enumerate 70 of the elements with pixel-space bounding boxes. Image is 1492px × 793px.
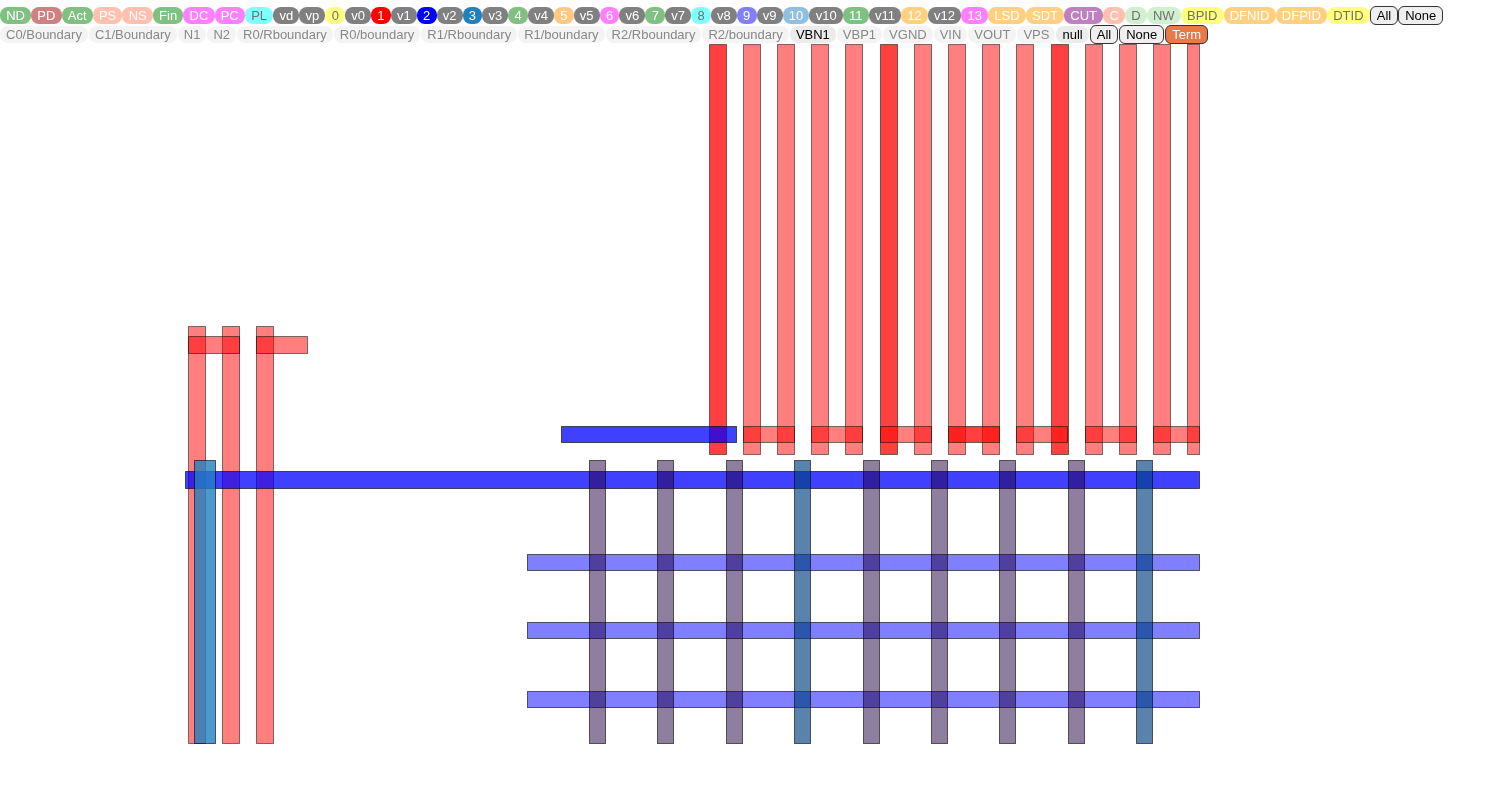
net-toggle[interactable]: R0/boundary bbox=[333, 26, 421, 43]
layer-toggle[interactable]: v7 bbox=[665, 7, 692, 24]
layer-toggle[interactable]: Act bbox=[61, 7, 93, 24]
net-toggle[interactable]: VBP1 bbox=[836, 26, 883, 43]
select-button[interactable]: All bbox=[1369, 6, 1399, 25]
net-toggle[interactable]: null bbox=[1056, 26, 1089, 43]
filter-button[interactable]: Term bbox=[1165, 25, 1209, 44]
net-toggle[interactable]: R2/boundary bbox=[702, 26, 789, 43]
layer-toggle[interactable]: 6 bbox=[599, 7, 620, 24]
layer-toggle[interactable]: 7 bbox=[645, 7, 666, 24]
layer-toggle[interactable]: 0 bbox=[325, 7, 346, 24]
layer-toggle[interactable]: NW bbox=[1146, 7, 1181, 24]
layer-toggle[interactable]: v11 bbox=[868, 7, 902, 24]
net-toggle[interactable]: VOUT bbox=[968, 26, 1017, 43]
select-button[interactable]: None bbox=[1398, 6, 1444, 25]
layer-toggle[interactable]: PC bbox=[214, 7, 245, 24]
layer-toggle[interactable]: v3 bbox=[482, 7, 509, 24]
layer-toggle[interactable]: v5 bbox=[573, 7, 600, 24]
net-toggle[interactable]: VBN1 bbox=[789, 26, 836, 43]
horizontal-wire bbox=[1153, 426, 1200, 443]
layer-toggle[interactable]: PL bbox=[244, 7, 274, 24]
net-toggle[interactable]: R0/Rboundary bbox=[237, 26, 333, 43]
horizontal-wire bbox=[743, 426, 795, 443]
net-toggle[interactable]: VGND bbox=[883, 26, 933, 43]
layer-toggle[interactable]: vp bbox=[299, 7, 326, 24]
layer-toggle[interactable]: v0 bbox=[345, 7, 372, 24]
layer-toggle[interactable]: 1 bbox=[371, 7, 391, 24]
layer-toggle[interactable]: CUT bbox=[1064, 7, 1104, 24]
net-toggle[interactable]: C0/Boundary bbox=[0, 26, 88, 43]
layer-toggle[interactable]: v1 bbox=[390, 7, 417, 24]
layer-toggle[interactable]: 11 bbox=[842, 7, 869, 24]
layer-toggle[interactable]: ND bbox=[0, 7, 32, 24]
horizontal-wire bbox=[256, 336, 308, 354]
net-toggle[interactable]: N1 bbox=[177, 26, 207, 43]
layer-toggle[interactable]: vd bbox=[273, 7, 300, 24]
filter-button[interactable]: All bbox=[1089, 25, 1119, 44]
layer-toggle[interactable]: 9 bbox=[736, 7, 757, 24]
net-toggle[interactable]: R2/Rboundary bbox=[605, 26, 702, 43]
layer-toggle[interactable]: Fin bbox=[152, 7, 184, 24]
horizontal-wire bbox=[188, 336, 240, 354]
horizontal-wire bbox=[1016, 426, 1068, 443]
horizontal-wire bbox=[948, 426, 1000, 443]
net-toggle[interactable]: C1/Boundary bbox=[88, 26, 177, 43]
layer-toggle[interactable]: 3 bbox=[462, 7, 483, 24]
net-toggle[interactable]: R1/boundary bbox=[518, 26, 605, 43]
horizontal-wire bbox=[811, 426, 863, 443]
layer-toggle[interactable]: D bbox=[1125, 7, 1147, 24]
net-toggle[interactable]: VIN bbox=[933, 26, 968, 43]
layer-toggle[interactable]: DC bbox=[183, 7, 215, 24]
layer-toggle[interactable]: 2 bbox=[416, 7, 437, 24]
net-toggle[interactable]: VPS bbox=[1017, 26, 1056, 43]
layer-toggle[interactable]: 13 bbox=[961, 7, 989, 24]
layer-toggle[interactable]: 10 bbox=[782, 7, 810, 24]
layer-toggle[interactable]: v10 bbox=[809, 7, 843, 24]
horizontal-wire bbox=[1085, 426, 1137, 443]
layer-toggle[interactable]: v12 bbox=[927, 7, 962, 24]
layer-toggle[interactable]: PD bbox=[31, 7, 62, 24]
layer-toggle[interactable]: v2 bbox=[436, 7, 463, 24]
filter-button[interactable]: None bbox=[1119, 25, 1165, 44]
net-toggle[interactable]: N2 bbox=[207, 26, 237, 43]
layer-toggle[interactable]: 8 bbox=[691, 7, 711, 24]
layer-toggle[interactable]: v9 bbox=[756, 7, 783, 24]
layer-toggle[interactable]: v6 bbox=[619, 7, 646, 24]
layer-toggle[interactable]: BPID bbox=[1180, 7, 1224, 24]
layer-toggle[interactable]: v8 bbox=[710, 7, 737, 24]
layer-toggle[interactable]: v4 bbox=[527, 7, 555, 24]
layer-toggle[interactable]: 4 bbox=[508, 7, 528, 24]
layer-toggle[interactable]: DTID bbox=[1327, 7, 1370, 24]
net-toggle[interactable]: R1/Rboundary bbox=[421, 26, 518, 43]
horizontal-wire bbox=[880, 426, 932, 443]
